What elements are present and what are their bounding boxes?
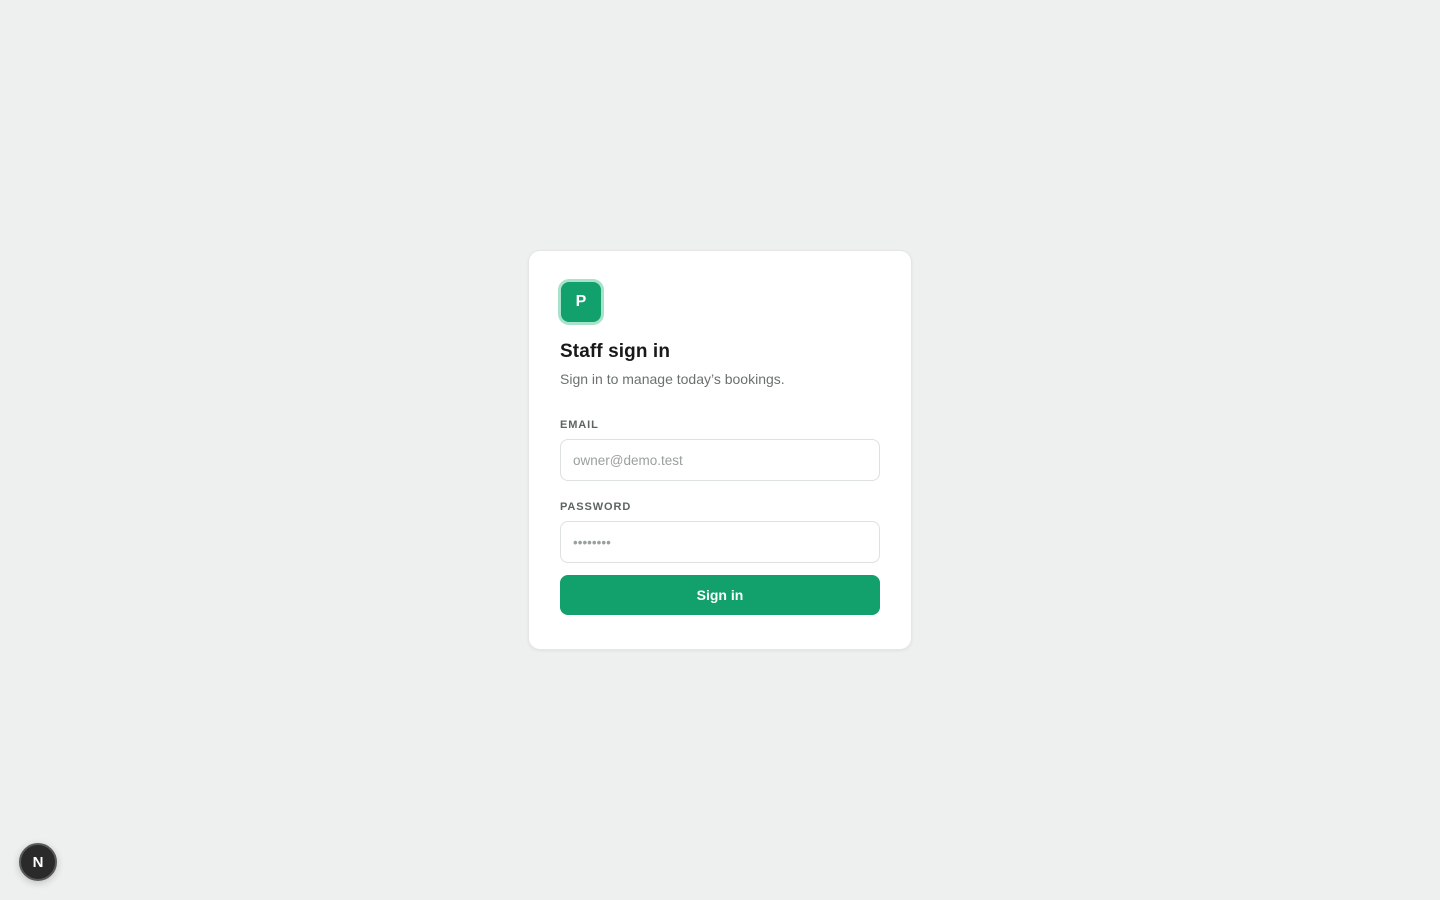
password-label: PASSWORD — [560, 501, 632, 513]
nextjs-icon[interactable]: N — [19, 843, 57, 881]
email-label: EMAIL — [560, 419, 599, 431]
sign-in-card: P Staff sign in Sign in to manage today’… — [528, 250, 912, 650]
logo-icon: P — [561, 282, 601, 322]
sign-in-button[interactable]: Sign in — [560, 575, 880, 615]
page-subtitle: Sign in to manage today’s bookings. — [560, 371, 785, 387]
dev-badge-letter: N — [32, 853, 44, 871]
email-field[interactable] — [560, 439, 880, 481]
logo-letter: P — [575, 293, 587, 310]
page-title: Staff sign in — [560, 341, 671, 362]
password-field[interactable] — [560, 521, 880, 563]
